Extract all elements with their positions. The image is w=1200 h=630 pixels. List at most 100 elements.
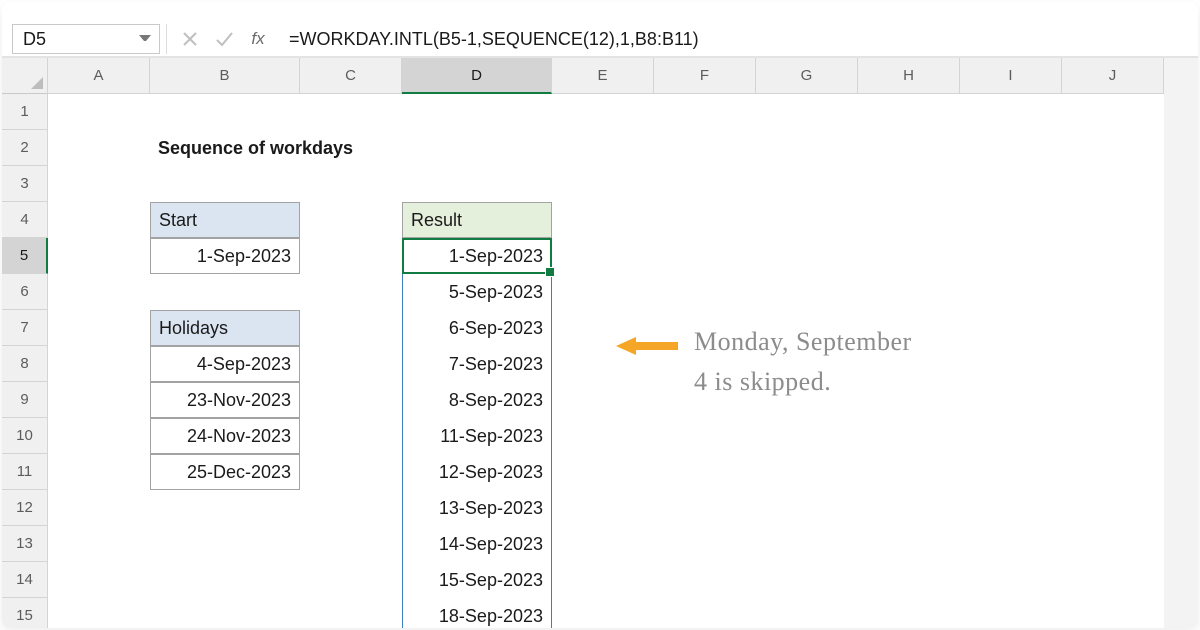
cell-E15[interactable]: [552, 598, 654, 628]
cell-B15[interactable]: [150, 598, 300, 628]
cell-C14[interactable]: [300, 562, 402, 598]
cell-A8[interactable]: [48, 346, 150, 382]
cell-J1[interactable]: [1062, 94, 1164, 130]
cell-J9[interactable]: [1062, 382, 1164, 418]
cell-A9[interactable]: [48, 382, 150, 418]
col-header-H[interactable]: H: [858, 58, 960, 94]
cell-F1[interactable]: [654, 94, 756, 130]
cell-E12[interactable]: [552, 490, 654, 526]
cell-I7[interactable]: [960, 310, 1062, 346]
select-all-corner[interactable]: [2, 58, 48, 94]
result-row[interactable]: 18-Sep-2023: [402, 598, 552, 628]
result-row[interactable]: 5-Sep-2023: [402, 274, 552, 310]
cell-H1[interactable]: [858, 94, 960, 130]
cell-J12[interactable]: [1062, 490, 1164, 526]
chevron-down-icon[interactable]: [139, 35, 151, 43]
cell-J5[interactable]: [1062, 238, 1164, 274]
start-header[interactable]: Start: [150, 202, 300, 238]
cell-C8[interactable]: [300, 346, 402, 382]
cell-F2[interactable]: [654, 130, 756, 166]
row-header-1[interactable]: 1: [2, 94, 48, 130]
cell-J4[interactable]: [1062, 202, 1164, 238]
cell-C15[interactable]: [300, 598, 402, 628]
result-row[interactable]: 15-Sep-2023: [402, 562, 552, 598]
result-row[interactable]: 11-Sep-2023: [402, 418, 552, 454]
cell-C12[interactable]: [300, 490, 402, 526]
cell-I12[interactable]: [960, 490, 1062, 526]
cell-E4[interactable]: [552, 202, 654, 238]
cell-H7[interactable]: [858, 310, 960, 346]
row-header-2[interactable]: 2: [2, 130, 48, 166]
row-header-6[interactable]: 6: [2, 274, 48, 310]
cell-F10[interactable]: [654, 418, 756, 454]
name-box[interactable]: D5: [12, 24, 160, 54]
row-header-9[interactable]: 9: [2, 382, 48, 418]
row-header-13[interactable]: 13: [2, 526, 48, 562]
cell-A15[interactable]: [48, 598, 150, 628]
cell-F14[interactable]: [654, 562, 756, 598]
grid[interactable]: A B C D E F G H I J 1 2 Sequence of: [2, 58, 1198, 628]
cell-I3[interactable]: [960, 166, 1062, 202]
cell-G14[interactable]: [756, 562, 858, 598]
cell-H10[interactable]: [858, 418, 960, 454]
cell-A4[interactable]: [48, 202, 150, 238]
cell-I14[interactable]: [960, 562, 1062, 598]
cell-H14[interactable]: [858, 562, 960, 598]
cell-I10[interactable]: [960, 418, 1062, 454]
cell-F6[interactable]: [654, 274, 756, 310]
cell-H5[interactable]: [858, 238, 960, 274]
cell-B1[interactable]: [150, 94, 300, 130]
col-header-B[interactable]: B: [150, 58, 300, 94]
cell-C11[interactable]: [300, 454, 402, 490]
cell-E3[interactable]: [552, 166, 654, 202]
cell-A14[interactable]: [48, 562, 150, 598]
result-row[interactable]: 7-Sep-2023: [402, 346, 552, 382]
row-header-4[interactable]: 4: [2, 202, 48, 238]
cell-I11[interactable]: [960, 454, 1062, 490]
cell-H13[interactable]: [858, 526, 960, 562]
cell-I1[interactable]: [960, 94, 1062, 130]
result-row[interactable]: 14-Sep-2023: [402, 526, 552, 562]
cell-B6[interactable]: [150, 274, 300, 310]
cell-J7[interactable]: [1062, 310, 1164, 346]
row-header-3[interactable]: 3: [2, 166, 48, 202]
col-header-G[interactable]: G: [756, 58, 858, 94]
row-header-12[interactable]: 12: [2, 490, 48, 526]
cell-G7[interactable]: [756, 310, 858, 346]
cell-F4[interactable]: [654, 202, 756, 238]
holidays-header[interactable]: Holidays: [150, 310, 300, 346]
row-header-15[interactable]: 15: [2, 598, 48, 628]
cell-B14[interactable]: [150, 562, 300, 598]
cell-H9[interactable]: [858, 382, 960, 418]
cell-C9[interactable]: [300, 382, 402, 418]
cell-E8[interactable]: [552, 346, 654, 382]
holiday-row[interactable]: 24-Nov-2023: [150, 418, 300, 454]
cell-F15[interactable]: [654, 598, 756, 628]
cell-I8[interactable]: [960, 346, 1062, 382]
cell-C1[interactable]: [300, 94, 402, 130]
cell-A2[interactable]: [48, 130, 150, 166]
cell-E9[interactable]: [552, 382, 654, 418]
holiday-row[interactable]: 4-Sep-2023: [150, 346, 300, 382]
result-header[interactable]: Result: [402, 202, 552, 238]
cell-B12[interactable]: [150, 490, 300, 526]
cell-H12[interactable]: [858, 490, 960, 526]
cell-F5[interactable]: [654, 238, 756, 274]
cell-E11[interactable]: [552, 454, 654, 490]
col-header-D[interactable]: D: [402, 58, 552, 94]
cell-B3[interactable]: [150, 166, 300, 202]
cell-F7[interactable]: [654, 310, 756, 346]
cell-C6[interactable]: [300, 274, 402, 310]
cell-E1[interactable]: [552, 94, 654, 130]
cell-F9[interactable]: [654, 382, 756, 418]
cell-E6[interactable]: [552, 274, 654, 310]
cell-I9[interactable]: [960, 382, 1062, 418]
col-header-A[interactable]: A: [48, 58, 150, 94]
cell-I13[interactable]: [960, 526, 1062, 562]
cell-D3[interactable]: [402, 166, 552, 202]
cell-G5[interactable]: [756, 238, 858, 274]
col-header-C[interactable]: C: [300, 58, 402, 94]
cell-E13[interactable]: [552, 526, 654, 562]
col-header-E[interactable]: E: [552, 58, 654, 94]
start-value[interactable]: 1-Sep-2023: [150, 238, 300, 274]
